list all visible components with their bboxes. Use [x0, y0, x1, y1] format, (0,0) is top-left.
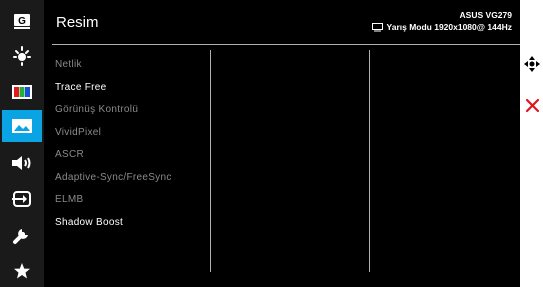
sidebar-item-image[interactable] — [2, 110, 42, 142]
color-icon — [12, 85, 32, 99]
header-divider — [52, 44, 520, 45]
menu-list: Netlik Trace Free Görünüş Kontrolü Vivid… — [55, 54, 172, 234]
sidebar-item-system[interactable] — [2, 220, 42, 250]
column-divider-1 — [210, 50, 211, 272]
menu-item-elmb[interactable]: ELMB — [55, 189, 172, 212]
wrench-icon — [13, 229, 28, 244]
monitor-info: ASUS VG279 Yarış Modu 1920x1080@ 144Hz — [371, 10, 512, 32]
gameplus-g-icon: G — [14, 14, 30, 29]
menu-item-netlik[interactable]: Netlik — [55, 54, 172, 77]
input-select-icon — [12, 191, 31, 207]
menu-item-adaptive-sync[interactable]: Adaptive-Sync/FreeSync — [55, 167, 172, 190]
sidebar-item-gameplus[interactable]: G — [2, 6, 42, 36]
column-divider-2 — [369, 50, 370, 272]
menu-item-vividpixel[interactable]: VividPixel — [55, 122, 172, 145]
close-x-icon[interactable] — [525, 98, 540, 113]
sidebar-item-sound[interactable] — [2, 148, 42, 178]
page-title: Resim — [56, 14, 99, 31]
sidebar-item-favorites[interactable] — [2, 256, 42, 286]
sidebar: G — [0, 0, 44, 287]
sidebar-item-color[interactable] — [2, 77, 42, 107]
monitor-icon — [371, 22, 383, 31]
brightness-icon — [13, 46, 31, 66]
image-icon — [12, 119, 32, 133]
svg-text:G: G — [18, 16, 26, 27]
menu-item-shadow-boost[interactable]: Shadow Boost — [55, 212, 172, 235]
osd-menu: G Resim ASUS VG279 Yarış Modu 1920x1080@… — [0, 0, 520, 287]
sidebar-item-brightness[interactable] — [2, 41, 42, 71]
menu-item-gorunus-kontrolu[interactable]: Görünüş Kontrolü — [55, 99, 172, 122]
model-name: ASUS VG279 — [459, 10, 512, 20]
menu-item-ascr[interactable]: ASCR — [55, 144, 172, 167]
sidebar-item-input[interactable] — [2, 184, 42, 214]
status-text: Yarış Modu 1920x1080@ 144Hz — [386, 22, 512, 32]
sound-icon — [12, 156, 31, 170]
star-icon — [14, 263, 30, 279]
main-panel: Resim ASUS VG279 Yarış Modu 1920x1080@ 1… — [44, 0, 520, 287]
five-way-navigation-icon[interactable] — [524, 56, 540, 72]
menu-item-trace-free[interactable]: Trace Free — [55, 77, 172, 100]
